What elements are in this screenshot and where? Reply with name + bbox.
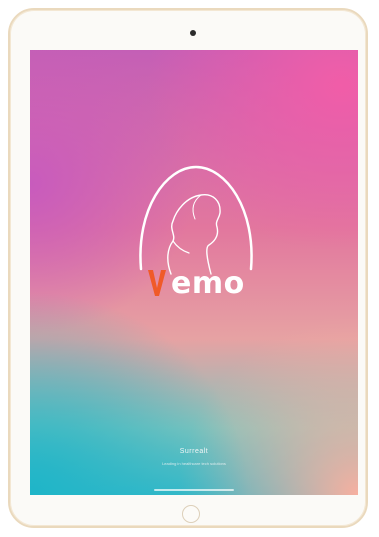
home-button-icon[interactable] [182, 505, 200, 523]
splash-screen: emo Surrealt Leading in healthcare tech … [30, 50, 358, 495]
v-letter-icon [148, 270, 166, 296]
footer-subtitle: Leading in healthcare tech solutions [162, 461, 226, 466]
footer-brand: Surrealt [179, 448, 209, 455]
brand-name: emo [171, 266, 245, 301]
home-indicator [154, 489, 234, 491]
brand-logo: emo [146, 260, 245, 300]
front-camera-icon [190, 30, 196, 36]
